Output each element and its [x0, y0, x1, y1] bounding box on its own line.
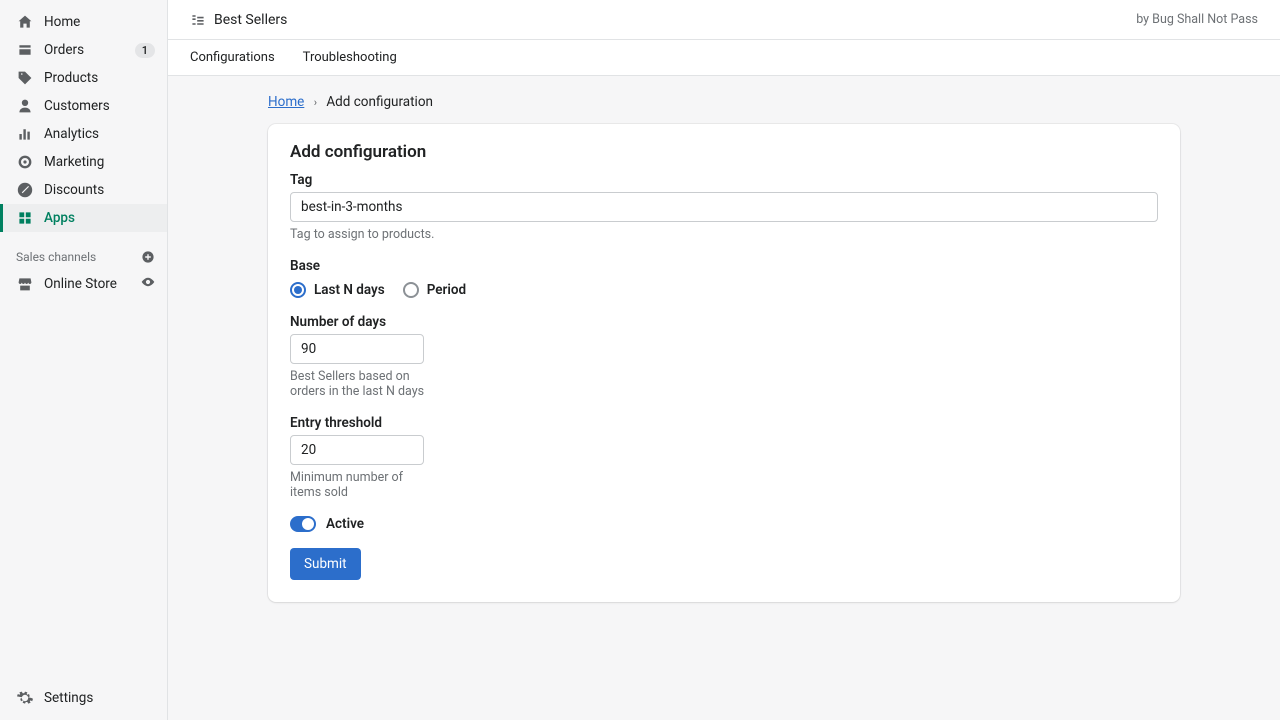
content: Home › Add configuration Add configurati…	[168, 76, 1280, 720]
add-channel-icon[interactable]	[141, 250, 155, 264]
tab-configurations[interactable]: Configurations	[190, 40, 289, 75]
nav-label: Analytics	[44, 126, 99, 142]
radio-label: Period	[427, 282, 466, 298]
breadcrumb-home[interactable]: Home	[268, 94, 304, 110]
breadcrumb: Home › Add configuration	[268, 94, 1180, 110]
page-title: Add configuration	[290, 142, 1158, 162]
active-label: Active	[326, 516, 364, 532]
breadcrumb-current: Add configuration	[326, 94, 433, 110]
nav-marketing[interactable]: Marketing	[0, 148, 167, 176]
channel-online-store[interactable]: Online Store	[0, 268, 167, 300]
app-title: Best Sellers	[214, 12, 287, 28]
gear-icon	[16, 689, 34, 707]
nav-orders[interactable]: Orders 1	[0, 36, 167, 64]
nav-label: Products	[44, 70, 98, 86]
nav-label: Discounts	[44, 182, 104, 198]
threshold-help: Minimum number of items sold	[290, 470, 428, 500]
app-icon	[190, 12, 206, 28]
channel-label: Online Store	[44, 276, 117, 292]
target-icon	[16, 153, 34, 171]
radio-icon	[290, 282, 306, 298]
discount-icon	[16, 181, 34, 199]
nav-label: Settings	[44, 690, 93, 706]
threshold-label: Entry threshold	[290, 415, 1158, 431]
nav-settings[interactable]: Settings	[0, 684, 167, 712]
sales-channels-label: Sales channels	[16, 250, 96, 264]
eye-icon[interactable]	[141, 275, 155, 293]
nav-label: Apps	[44, 210, 75, 226]
nav-label: Home	[44, 14, 80, 30]
bar-chart-icon	[16, 125, 34, 143]
radio-label: Last N days	[314, 282, 385, 298]
nav-label: Orders	[44, 42, 84, 58]
days-input[interactable]	[290, 334, 424, 364]
tag-icon	[16, 69, 34, 87]
active-toggle[interactable]	[290, 516, 316, 532]
nav-home[interactable]: Home	[0, 8, 167, 36]
base-label: Base	[290, 258, 1158, 274]
main: Best Sellers by Bug Shall Not Pass Confi…	[168, 0, 1280, 720]
nav-products[interactable]: Products	[0, 64, 167, 92]
nav-badge: 1	[135, 43, 155, 58]
nav-analytics[interactable]: Analytics	[0, 120, 167, 148]
days-help: Best Sellers based on orders in the last…	[290, 369, 428, 399]
submit-button[interactable]: Submit	[290, 548, 361, 580]
radio-icon	[403, 282, 419, 298]
chevron-right-icon: ›	[314, 96, 317, 109]
nav-label: Marketing	[44, 154, 104, 170]
config-card: Add configuration Tag Tag to assign to p…	[268, 124, 1180, 602]
radio-last-n-days[interactable]: Last N days	[290, 282, 385, 298]
nav-label: Customers	[44, 98, 110, 114]
tag-help: Tag to assign to products.	[290, 227, 1158, 242]
threshold-input[interactable]	[290, 435, 424, 465]
app-byline: by Bug Shall Not Pass	[1136, 12, 1258, 27]
tabbar: Configurations Troubleshooting	[168, 40, 1280, 76]
sales-channels-header: Sales channels	[0, 250, 167, 264]
user-icon	[16, 97, 34, 115]
app-header: Best Sellers by Bug Shall Not Pass	[168, 0, 1280, 40]
tag-input[interactable]	[290, 192, 1158, 222]
nav-customers[interactable]: Customers	[0, 92, 167, 120]
radio-period[interactable]: Period	[403, 282, 466, 298]
store-icon	[16, 275, 34, 293]
inbox-icon	[16, 41, 34, 59]
sidebar: Home Orders 1 Products Customers Analyti…	[0, 0, 168, 720]
nav-apps[interactable]: Apps	[0, 204, 167, 232]
tag-label: Tag	[290, 172, 1158, 188]
days-label: Number of days	[290, 314, 1158, 330]
nav-discounts[interactable]: Discounts	[0, 176, 167, 204]
apps-icon	[16, 209, 34, 227]
home-icon	[16, 13, 34, 31]
tab-troubleshooting[interactable]: Troubleshooting	[289, 40, 411, 75]
